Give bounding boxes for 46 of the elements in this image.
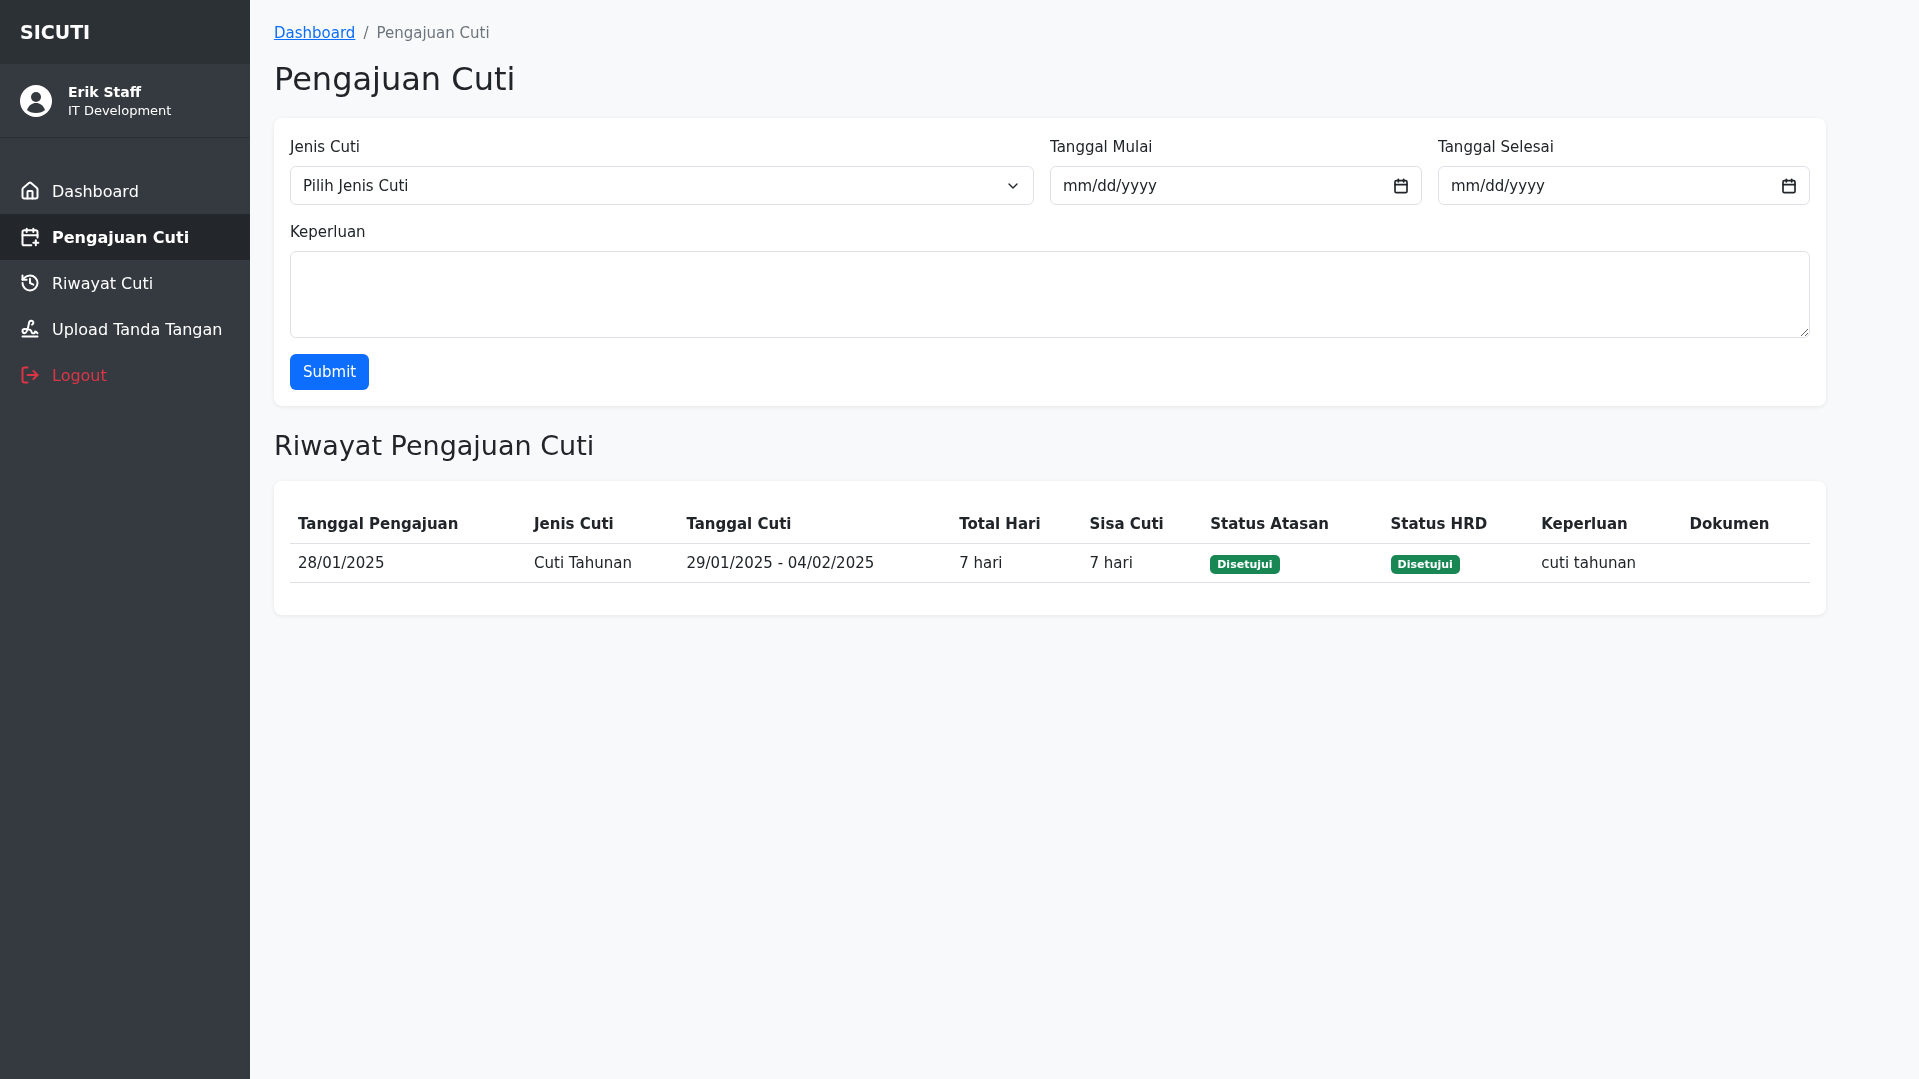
field-label: Jenis Cuti	[290, 138, 361, 156]
table-cell: 29/01/2025 - 04/02/2025	[678, 543, 952, 583]
column-header: Tanggal Cuti	[678, 505, 952, 544]
logout-icon	[20, 365, 40, 385]
column-header: Status Atasan	[1202, 505, 1383, 544]
field-label: Tanggal Selesai	[1438, 138, 1555, 156]
column-header: Jenis Cuti	[526, 505, 679, 544]
submit-button[interactable]: Submit	[290, 354, 370, 390]
sidebar-item[interactable]: Pengajuan Cuti	[0, 214, 250, 260]
table-cell: 28/01/2025	[290, 543, 526, 583]
sidebar-item[interactable]: Upload Tanda Tangan	[0, 306, 250, 352]
table-cell: Cuti Tahunan	[526, 543, 679, 583]
column-header: Dokumen	[1681, 505, 1810, 544]
signature-icon	[20, 319, 40, 339]
section-title: Riwayat Pengajuan Cuti	[274, 430, 596, 461]
textarea-field[interactable]	[290, 251, 1810, 338]
column-header: Tanggal Pengajuan	[290, 505, 526, 544]
calendar-icon	[1781, 177, 1797, 194]
select-field[interactable]: Pilih Jenis Cuti	[290, 166, 1034, 205]
column-header: Total Hari	[951, 505, 1082, 544]
status-badge: Disetujui	[1390, 555, 1460, 574]
calendar-plus-icon	[20, 227, 40, 247]
column-header: Sisa Cuti	[1081, 505, 1203, 544]
breadcrumb-separator: /	[363, 24, 369, 42]
table-cell: 7 hari	[951, 543, 1082, 583]
user-name: Erik Staff	[68, 83, 143, 100]
user-avatar-icon	[20, 84, 52, 117]
page-title: Pengajuan Cuti	[274, 60, 517, 98]
house-icon	[20, 181, 40, 201]
field-label: Keperluan	[290, 223, 367, 241]
history-icon	[20, 273, 40, 293]
breadcrumb-current: Pengajuan Cuti	[376, 24, 490, 42]
user-department: IT Development	[68, 102, 172, 118]
field-label: Tanggal Mulai	[1050, 138, 1154, 156]
date-field[interactable]: mm/dd/yyyy	[1050, 166, 1422, 205]
column-header: Status HRD	[1382, 505, 1534, 544]
brand-title: SICUTI	[0, 0, 250, 64]
table-cell: 7 hari	[1081, 543, 1203, 583]
breadcrumb-link[interactable]: Dashboard	[274, 24, 356, 42]
status-badge: Disetujui	[1210, 555, 1280, 574]
column-header: Keperluan	[1533, 505, 1682, 544]
sidebar-item[interactable]: Dashboard	[0, 168, 250, 214]
calendar-icon	[1393, 177, 1409, 194]
date-field[interactable]: mm/dd/yyyy	[1438, 166, 1810, 205]
sidebar-item[interactable]: Riwayat Cuti	[0, 260, 250, 306]
table-cell: cuti tahunan	[1533, 543, 1682, 583]
